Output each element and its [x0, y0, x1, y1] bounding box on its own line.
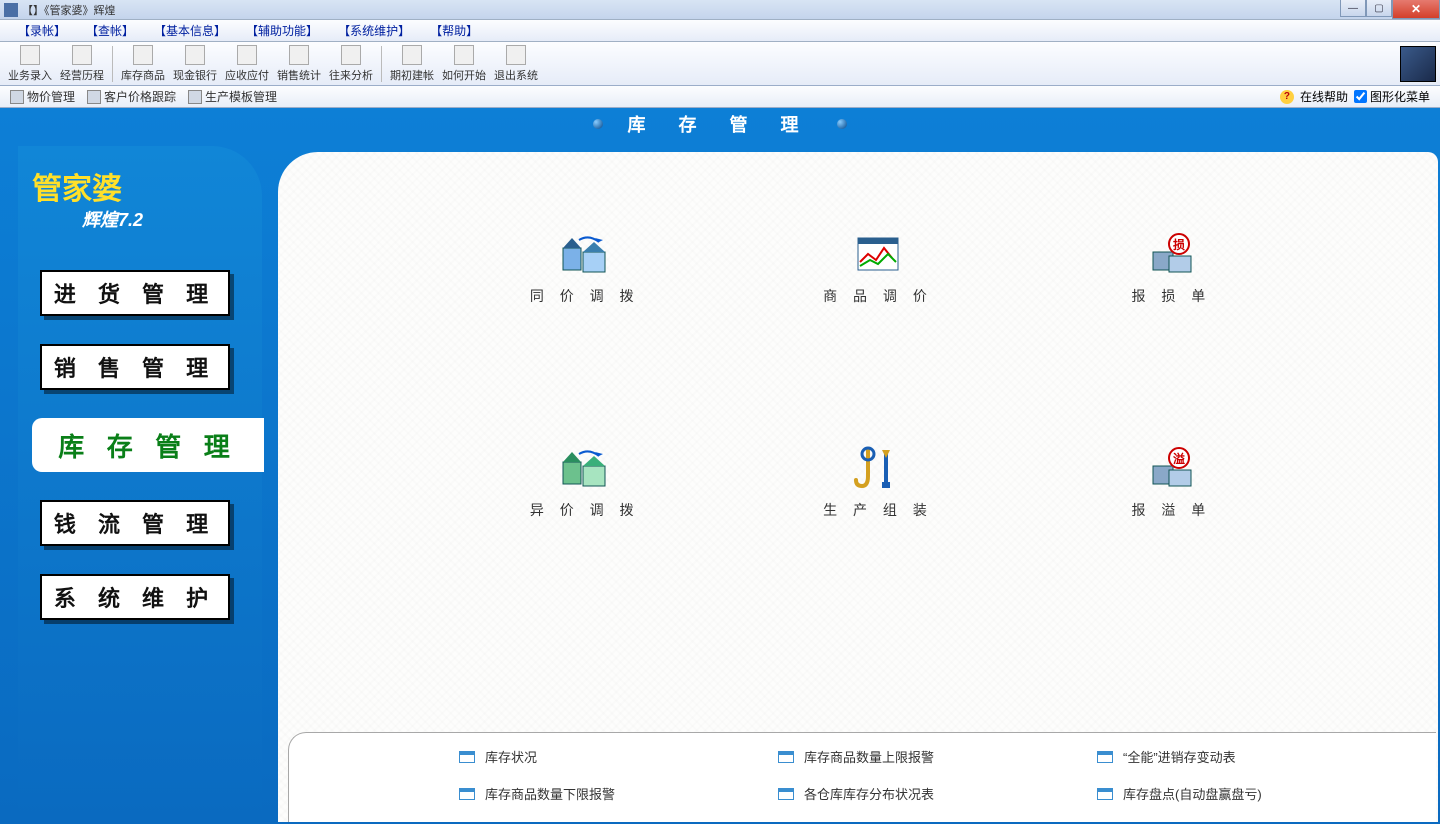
- report-icon: [778, 751, 794, 763]
- report-icon: [1097, 751, 1113, 763]
- report-icon: [778, 788, 794, 800]
- link-all-in-one[interactable]: “全能”进销存变动表: [1097, 747, 1416, 766]
- sales-stat-icon: [289, 45, 309, 65]
- menu-aux[interactable]: 【辅助功能】: [236, 20, 328, 41]
- sidebar: 管家婆 辉煌7.2 进 货 管 理 销 售 管 理 库 存 管 理 钱 流 管 …: [18, 146, 262, 824]
- price-mgmt-icon: [10, 90, 24, 104]
- menu-system[interactable]: 【系统维护】: [328, 20, 420, 41]
- module-diff-price-transfer[interactable]: 异 价 调 拨: [530, 446, 640, 520]
- link-warehouse-distrib[interactable]: 各仓库库存分布状况表: [778, 784, 1097, 803]
- contact-icon: [341, 45, 361, 65]
- module-price-adjust[interactable]: 商 品 调 价: [823, 232, 933, 306]
- link-lower-alert[interactable]: 库存商品数量下限报警: [459, 784, 778, 803]
- decor-dot-icon: [837, 119, 847, 129]
- module-label: 报 溢 单: [1131, 500, 1211, 520]
- howto-icon: [454, 45, 474, 65]
- sub-customer-price-track[interactable]: 客户价格跟踪: [81, 88, 182, 105]
- page-header: 库 存 管 理: [0, 108, 1440, 140]
- tb-business-history[interactable]: 经营历程: [56, 43, 108, 85]
- brand-version: 辉煌7.2: [82, 206, 252, 232]
- customer-track-icon: [87, 90, 101, 104]
- damage-report-icon: 损: [1145, 232, 1197, 276]
- menu-help[interactable]: 【帮助】: [420, 20, 488, 41]
- menu-record[interactable]: 【录帐】: [8, 20, 76, 41]
- content-panel: 同 价 调 拨 商 品 调 价: [278, 152, 1438, 822]
- main-toolbar: 业务录入 经营历程 库存商品 现金银行 应收应付 销售统计 往来分析 期初建帐 …: [0, 42, 1440, 86]
- history-icon: [72, 45, 92, 65]
- link-stock-status[interactable]: 库存状况: [459, 747, 778, 766]
- svg-text:溢: 溢: [1173, 451, 1185, 466]
- business-entry-icon: [20, 45, 40, 65]
- brand-logo: 管家婆 辉煌7.2: [18, 146, 262, 242]
- decor-dot-icon: [593, 119, 603, 129]
- module-damage-report[interactable]: 损 报 损 单: [1131, 232, 1211, 306]
- overflow-report-icon: 溢: [1145, 446, 1197, 490]
- module-label: 商 品 调 价: [823, 286, 933, 306]
- help-icon: ?: [1280, 90, 1294, 104]
- sub-price-mgmt[interactable]: 物价管理: [4, 88, 81, 105]
- module-assembly[interactable]: 生 产 组 装: [823, 446, 933, 520]
- minimize-button[interactable]: —: [1340, 0, 1366, 17]
- nav-system[interactable]: 系 统 维 护: [40, 574, 230, 620]
- link-upper-alert[interactable]: 库存商品数量上限报警: [778, 747, 1097, 766]
- bottom-links-panel: 库存状况 库存商品数量上限报警 “全能”进销存变动表 库存商品数量下限报警 各仓…: [288, 732, 1436, 822]
- module-label: 同 价 调 拨: [530, 286, 640, 306]
- tb-exit[interactable]: 退出系统: [490, 43, 542, 85]
- nav-sales[interactable]: 销 售 管 理: [40, 344, 230, 390]
- warehouse-transfer-icon: [559, 232, 611, 276]
- setup-icon: [402, 45, 422, 65]
- main-area: 库 存 管 理 管家婆 辉煌7.2 进 货 管 理 销 售 管 理 库 存 管 …: [0, 108, 1440, 824]
- online-help-link[interactable]: 在线帮助: [1300, 88, 1348, 105]
- price-adjust-icon: [852, 232, 904, 276]
- nav-inventory[interactable]: 库 存 管 理: [32, 418, 264, 472]
- link-stock-count[interactable]: 库存盘点(自动盘赢盘亏): [1097, 784, 1416, 803]
- graphical-menu-toggle[interactable]: 图形化菜单: [1354, 88, 1430, 105]
- assembly-icon: [852, 446, 904, 490]
- brand-name: 管家婆: [32, 164, 252, 208]
- report-icon: [1097, 788, 1113, 800]
- sub-toolbar: 物价管理 客户价格跟踪 生产模板管理 ? 在线帮助 图形化菜单: [0, 86, 1440, 108]
- receivable-icon: [237, 45, 257, 65]
- module-label: 生 产 组 装: [823, 500, 933, 520]
- window-title: 【】《管家婆》辉煌: [22, 2, 116, 18]
- svg-text:损: 损: [1173, 237, 1185, 252]
- graphical-menu-checkbox[interactable]: [1354, 90, 1367, 103]
- toolbar-separator: [112, 46, 113, 82]
- menu-query[interactable]: 【查帐】: [76, 20, 144, 41]
- sub-prod-template[interactable]: 生产模板管理: [182, 88, 283, 105]
- menubar: 【录帐】 【查帐】 【基本信息】 【辅助功能】 【系统维护】 【帮助】: [0, 20, 1440, 42]
- maximize-button[interactable]: ▢: [1366, 0, 1392, 17]
- exit-icon: [506, 45, 526, 65]
- warehouse-transfer2-icon: [559, 446, 611, 490]
- window-titlebar: 【】《管家婆》辉煌 — ▢ ✕: [0, 0, 1440, 20]
- module-label: 报 损 单: [1131, 286, 1211, 306]
- module-overflow-report[interactable]: 溢 报 溢 单: [1131, 446, 1211, 520]
- report-icon: [459, 788, 475, 800]
- page-title: 库 存 管 理: [627, 111, 812, 137]
- report-icon: [459, 751, 475, 763]
- module-same-price-transfer[interactable]: 同 价 调 拨: [530, 232, 640, 306]
- tb-business-entry[interactable]: 业务录入: [4, 43, 56, 85]
- template-icon: [188, 90, 202, 104]
- nav-purchase[interactable]: 进 货 管 理: [40, 270, 230, 316]
- tb-initial-setup[interactable]: 期初建帐: [386, 43, 438, 85]
- tb-how-to-start[interactable]: 如何开始: [438, 43, 490, 85]
- brand-cube-icon: [1400, 46, 1436, 82]
- app-icon: [4, 3, 18, 17]
- menu-basic-info[interactable]: 【基本信息】: [144, 20, 236, 41]
- cash-icon: [185, 45, 205, 65]
- toolbar-separator: [381, 46, 382, 82]
- tb-sales-stat[interactable]: 销售统计: [273, 43, 325, 85]
- close-button[interactable]: ✕: [1392, 0, 1440, 19]
- inventory-icon: [133, 45, 153, 65]
- nav-cashflow[interactable]: 钱 流 管 理: [40, 500, 230, 546]
- tb-inventory[interactable]: 库存商品: [117, 43, 169, 85]
- tb-cash-bank[interactable]: 现金银行: [169, 43, 221, 85]
- module-label: 异 价 调 拨: [530, 500, 640, 520]
- tb-contact-analysis[interactable]: 往来分析: [325, 43, 377, 85]
- tb-receivable[interactable]: 应收应付: [221, 43, 273, 85]
